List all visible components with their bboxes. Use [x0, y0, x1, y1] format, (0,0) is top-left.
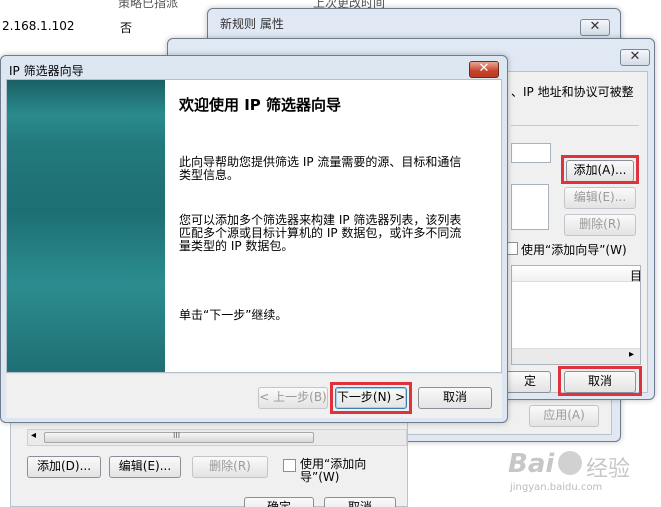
rule-properties-close-button[interactable]: ✕ [580, 19, 610, 36]
wizard-back-button[interactable]: < 上一步(B) [258, 387, 328, 409]
scroll-grip-icon: III [173, 431, 181, 440]
rule-delete-button[interactable]: 删除(R) [192, 456, 268, 478]
divider [511, 125, 639, 126]
filter-name-input[interactable] [511, 143, 551, 163]
wizard-left-banner [7, 80, 165, 372]
close-icon: ✕ [589, 19, 601, 34]
close-icon: ✕ [629, 49, 641, 64]
filter-cancel-highlight [558, 366, 642, 396]
ip-filter-wizard-window: IP 筛选器向导 ✕ 欢迎使用 IP 筛选器向导 此向导帮助您提供筛选 IP 流… [0, 55, 508, 423]
paw-icon [558, 451, 582, 475]
wizard-para3: 单击“下一步”继续。 [179, 308, 288, 322]
rule-window-bottom: ◂ III 添加(D)... 编辑(E)... 删除(R) 使用“添加向 导”(… [10, 420, 408, 507]
wizard-cancel-button[interactable]: 取消 [418, 387, 492, 409]
filter-list-description: 、IP 地址和协议可被整 [511, 85, 634, 99]
scroll-left-icon[interactable]: ◂ [31, 430, 36, 441]
filter-list-close-button[interactable]: ✕ [620, 49, 650, 66]
rule-edit-button[interactable]: 编辑(E)... [109, 456, 181, 478]
rule-cancel-button[interactable]: 取消 [324, 497, 396, 507]
rule-use-wizard-checkbox[interactable] [283, 459, 296, 472]
scroll-right-icon[interactable]: ▸ [629, 349, 634, 360]
rule-ok-button[interactable]: 确定 [244, 497, 314, 507]
filter-delete-button[interactable]: 删除(R) [564, 214, 636, 236]
scroll-thumb[interactable]: III [44, 431, 314, 443]
filter-edit-button[interactable]: 编辑(E)... [564, 187, 636, 209]
wizard-para1-line2: 类型信息。 [179, 168, 240, 182]
wizard-close-button[interactable]: ✕ [469, 61, 499, 78]
table-cell-ip: 2.168.1.102 [2, 19, 75, 33]
filter-table-header [512, 266, 640, 282]
rule-add-button[interactable]: 添加(D)... [27, 456, 101, 478]
wizard-title: IP 筛选器向导 [9, 64, 84, 78]
baidu-site: jingyan.baidu.com [510, 482, 603, 493]
apply-button[interactable]: 应用(A) [529, 405, 599, 427]
wizard-para2-line3: 量类型的 IP 数据包。 [179, 239, 294, 253]
baidu-logo-text: Bai [508, 449, 555, 479]
filter-description-box[interactable] [511, 184, 549, 230]
filter-use-wizard-label: 使用“添加向导”(W) [521, 243, 627, 257]
table-cell-assigned: 否 [120, 21, 133, 35]
baidu-logo-cn: 经验 [586, 457, 631, 482]
table-header-policy: 策略已指派 [118, 0, 179, 10]
horizontal-scrollbar[interactable] [512, 348, 640, 364]
baidu-watermark: Bai 经验 jingyan.baidu.com [508, 449, 658, 504]
rule-use-wizard-label-2: 导”(W) [300, 470, 340, 484]
next-button-highlight [330, 382, 412, 414]
filter-table-col-dest: 目 [630, 269, 643, 283]
rule-horizontal-scrollbar[interactable]: ◂ III [27, 429, 407, 446]
filter-list-table[interactable]: 目 ▸ [511, 265, 643, 365]
rule-properties-title: 新规则 属性 [220, 17, 284, 31]
wizard-heading: 欢迎使用 IP 筛选器向导 [179, 96, 342, 114]
close-icon: ✕ [478, 61, 490, 76]
wizard-content: 欢迎使用 IP 筛选器向导 此向导帮助您提供筛选 IP 流量需要的源、目标和通信… [6, 79, 502, 373]
add-button-highlight [561, 155, 639, 184]
